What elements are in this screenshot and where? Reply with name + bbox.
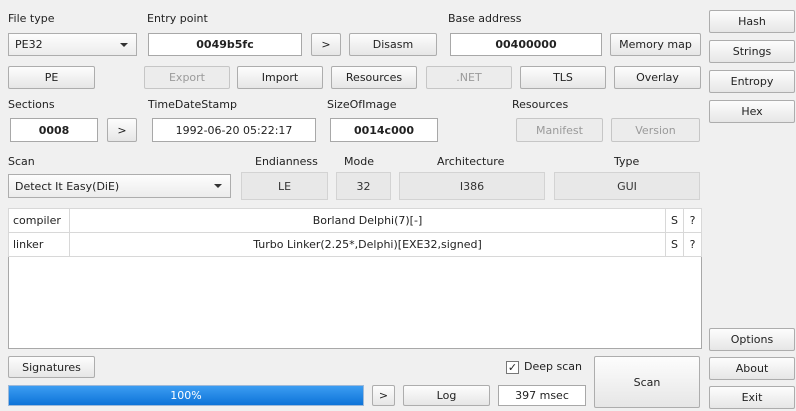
strings-button[interactable]: Strings [709, 40, 795, 63]
signature-button[interactable]: S [665, 232, 684, 257]
deep-scan-checkbox[interactable]: ✓ [506, 361, 519, 374]
table-empty-space [9, 257, 702, 349]
tls-button[interactable]: TLS [520, 66, 606, 89]
architecture-field: I386 [399, 172, 545, 200]
mode-label: Mode [344, 155, 374, 168]
import-button[interactable]: Import [237, 66, 323, 89]
version-button[interactable]: Version [611, 118, 700, 142]
entropy-button[interactable]: Entropy [709, 70, 795, 93]
progress-text: 100% [170, 389, 202, 402]
type-field: GUI [554, 172, 700, 200]
sections-field[interactable]: 0008 [10, 118, 98, 142]
entry-point-field[interactable]: 0049b5fc [148, 33, 302, 56]
file-type-select[interactable]: PE32 [8, 33, 137, 56]
scan-label: Scan [8, 155, 35, 168]
manifest-button[interactable]: Manifest [516, 118, 603, 142]
log-go-button[interactable]: > [372, 385, 395, 406]
results-table: compiler Borland Delphi(7)[-] S ? linker… [8, 208, 702, 349]
sections-go-button[interactable]: > [107, 118, 137, 142]
architecture-label: Architecture [437, 155, 505, 168]
result-name-cell: Borland Delphi(7)[-] [69, 208, 666, 233]
pe-button[interactable]: PE [8, 66, 95, 89]
sizeofimage-label: SizeOfImage [327, 98, 397, 111]
net-button[interactable]: .NET [426, 66, 512, 89]
options-button[interactable]: Options [709, 328, 795, 351]
table-row[interactable]: compiler Borland Delphi(7)[-] S ? [8, 208, 702, 233]
exit-button[interactable]: Exit [709, 386, 795, 409]
export-button[interactable]: Export [144, 66, 230, 89]
scan-engine-value: Detect It Easy(DiE) [15, 179, 120, 193]
signature-button[interactable]: S [665, 208, 684, 233]
info-button[interactable]: ? [683, 232, 702, 257]
overlay-button[interactable]: Overlay [614, 66, 701, 89]
result-type-cell: linker [8, 232, 70, 257]
about-button[interactable]: About [709, 357, 795, 380]
sections-label: Sections [8, 98, 55, 111]
signatures-button[interactable]: Signatures [8, 356, 95, 378]
base-address-field[interactable]: 00400000 [450, 33, 602, 56]
base-address-label: Base address [448, 12, 522, 25]
file-type-value: PE32 [15, 38, 43, 51]
scan-time-field: 397 msec [498, 385, 586, 406]
result-name-cell: Turbo Linker(2.25*,Delphi)[EXE32,signed] [69, 232, 666, 257]
chevron-down-icon [120, 42, 128, 47]
table-row[interactable]: linker Turbo Linker(2.25*,Delphi)[EXE32,… [8, 232, 702, 257]
checkmark-icon: ✓ [507, 361, 518, 374]
timedatestamp-label: TimeDateStamp [148, 98, 237, 111]
log-button[interactable]: Log [403, 385, 490, 406]
hash-button[interactable]: Hash [709, 10, 795, 33]
entry-point-label: Entry point [147, 12, 208, 25]
endianness-label: Endianness [255, 155, 318, 168]
disasm-button[interactable]: Disasm [349, 33, 437, 56]
resources-button[interactable]: Resources [331, 66, 417, 89]
entry-point-go-button[interactable]: > [311, 33, 341, 56]
chevron-down-icon [214, 184, 222, 188]
scan-button[interactable]: Scan [594, 356, 700, 408]
type-label: Type [614, 155, 640, 168]
info-button[interactable]: ? [683, 208, 702, 233]
endianness-field: LE [241, 172, 328, 200]
scan-engine-select[interactable]: Detect It Easy(DiE) [8, 174, 231, 198]
mode-field: 32 [336, 172, 391, 200]
deep-scan-label: Deep scan [524, 360, 582, 373]
result-type-cell: compiler [8, 208, 70, 233]
hex-button[interactable]: Hex [709, 100, 795, 123]
sizeofimage-field[interactable]: 0014c000 [330, 118, 438, 142]
resources-group-label: Resources [512, 98, 569, 111]
scan-progress-bar: 100% [8, 385, 364, 406]
file-type-label: File type [8, 12, 55, 25]
memory-map-button[interactable]: Memory map [610, 33, 701, 56]
timedatestamp-field[interactable]: 1992-06-20 05:22:17 [152, 118, 316, 142]
